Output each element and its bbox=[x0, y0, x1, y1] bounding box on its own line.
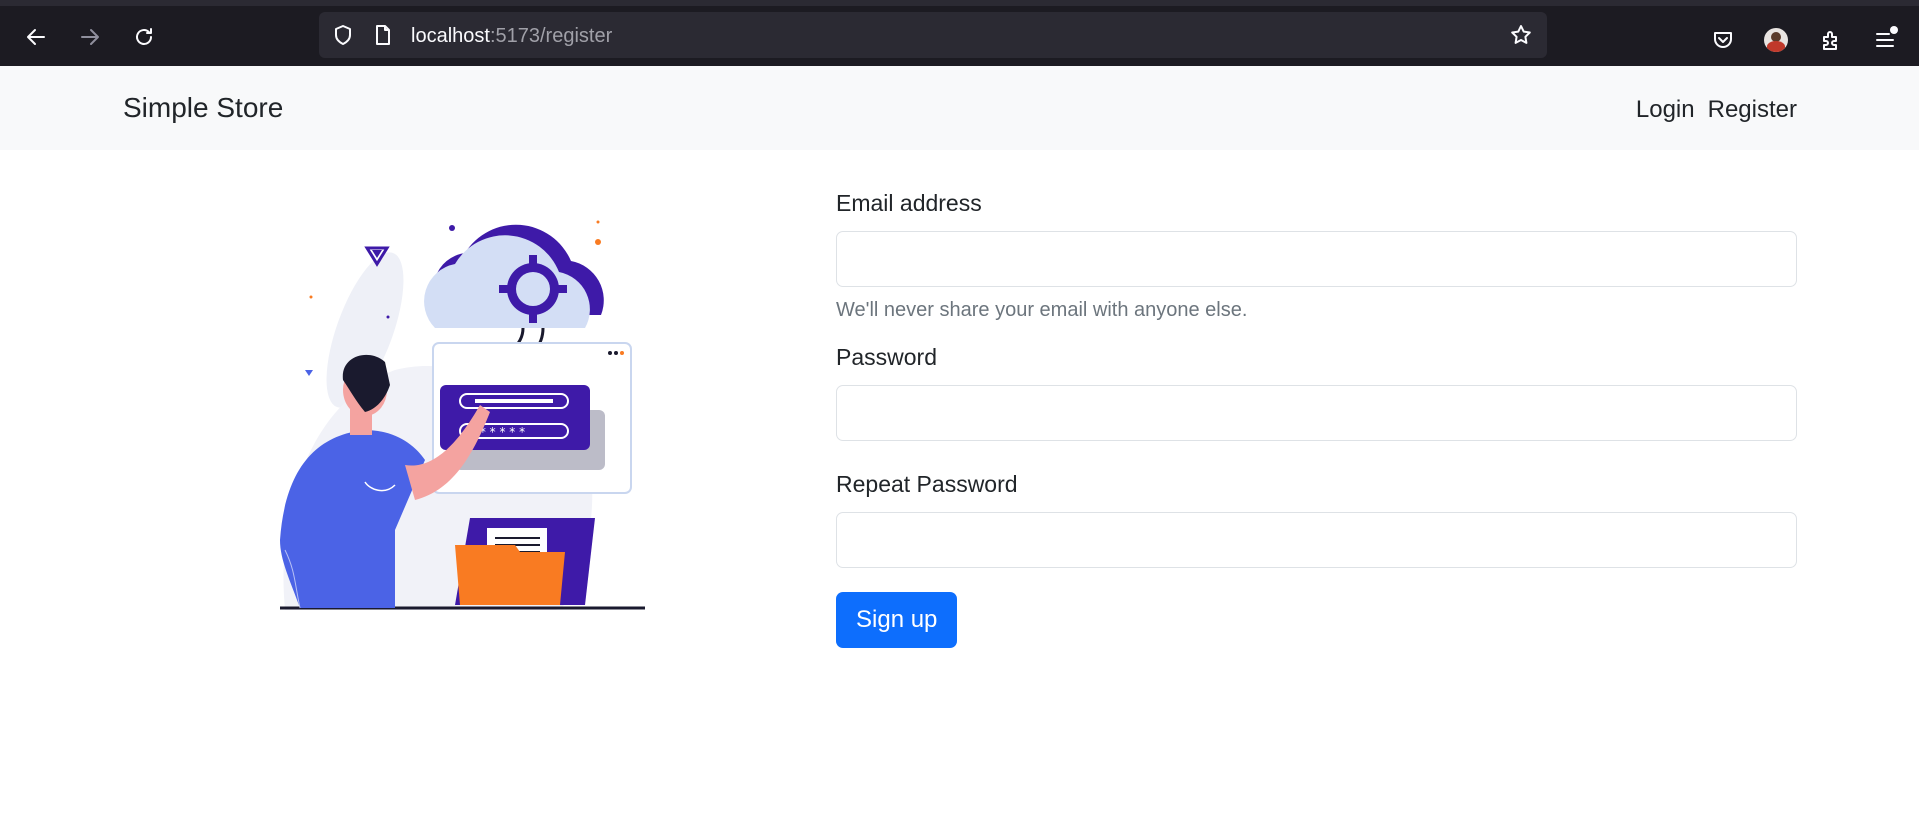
url-host: localhost bbox=[411, 25, 490, 47]
signup-illustration: * * * * * * bbox=[280, 220, 645, 610]
email-label: Email address bbox=[836, 190, 982, 216]
forward-arrow-icon bbox=[81, 29, 99, 45]
browser-toolbar: localhost:5173/register bbox=[0, 0, 1919, 66]
sign-up-button[interactable]: Sign up bbox=[836, 592, 958, 648]
pocket-icon[interactable] bbox=[1711, 28, 1735, 52]
password-input[interactable] bbox=[836, 385, 1797, 441]
nav-register-link[interactable]: Register bbox=[1708, 96, 1797, 124]
shield-icon[interactable] bbox=[331, 23, 355, 47]
nav-login-link[interactable]: Login bbox=[1636, 96, 1695, 124]
notification-dot bbox=[1890, 26, 1898, 34]
repeat-password-label: Repeat Password bbox=[836, 471, 1018, 497]
account-avatar[interactable] bbox=[1764, 28, 1788, 52]
brand-link[interactable]: Simple Store bbox=[123, 92, 283, 124]
register-form: Email address We'll never share your ema… bbox=[836, 190, 1797, 648]
forward-button[interactable] bbox=[72, 19, 108, 55]
email-help-text: We'll never share your email with anyone… bbox=[836, 299, 1248, 321]
repeat-password-input[interactable] bbox=[836, 512, 1797, 568]
reload-button[interactable] bbox=[126, 19, 162, 55]
url-text[interactable]: localhost:5173/register bbox=[411, 25, 612, 48]
url-bar[interactable]: localhost:5173/register bbox=[319, 12, 1547, 58]
star-icon[interactable] bbox=[1509, 23, 1533, 47]
page-icon[interactable] bbox=[371, 23, 395, 47]
password-label: Password bbox=[836, 344, 937, 370]
reload-icon bbox=[136, 28, 152, 45]
email-input[interactable] bbox=[836, 231, 1797, 287]
url-path: :5173/register bbox=[489, 25, 613, 47]
extensions-icon[interactable] bbox=[1819, 28, 1843, 52]
back-arrow-icon bbox=[27, 29, 45, 45]
back-button[interactable] bbox=[18, 19, 54, 55]
navbar: Simple Store Login Register bbox=[0, 66, 1919, 150]
nav-links: Login Register bbox=[1636, 96, 1797, 124]
